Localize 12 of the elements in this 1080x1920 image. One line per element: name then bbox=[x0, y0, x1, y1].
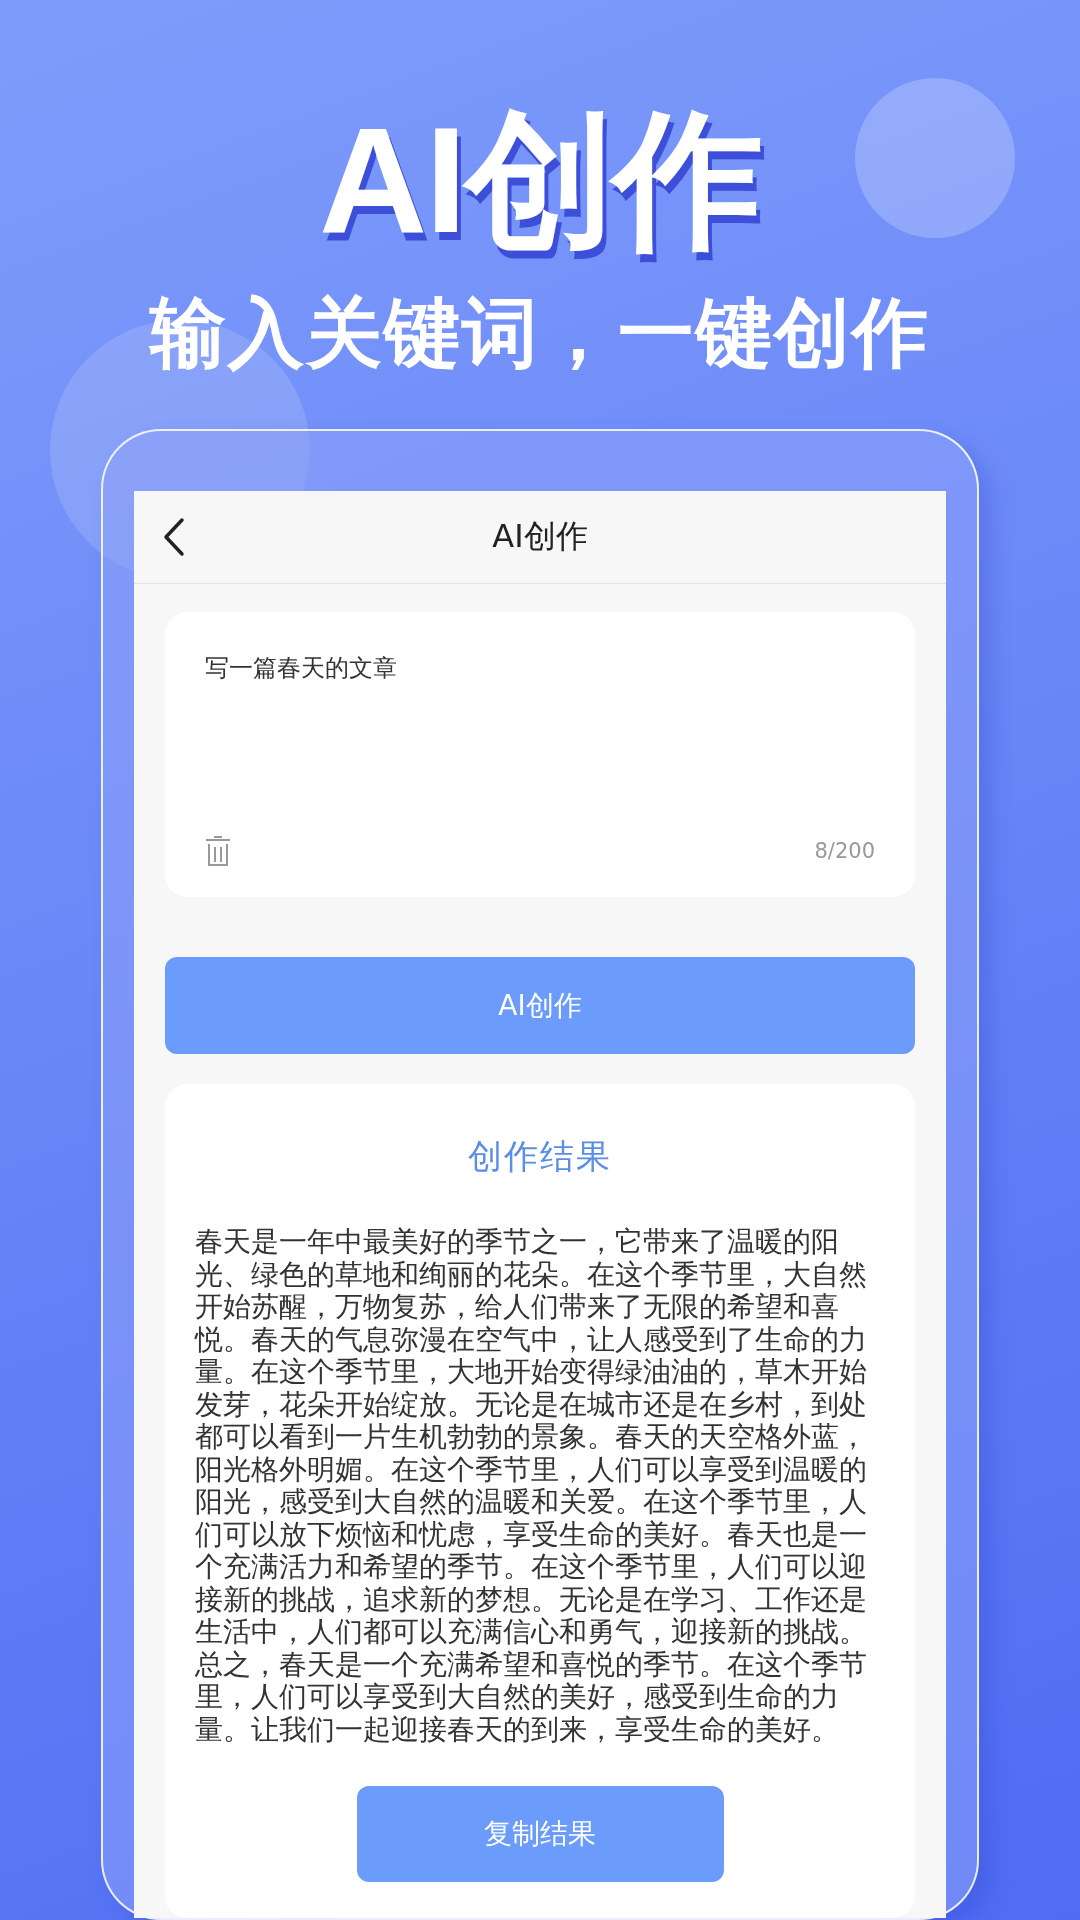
trash-icon[interactable] bbox=[205, 835, 231, 867]
create-button[interactable]: AI创作 bbox=[165, 957, 915, 1054]
result-text: 春天是一年中最美好的季节之一，它带来了温暖的阳光、绿色的草地和绚丽的花朵。在这个季节里，大自然开始苏醒，万物复苏，给人们带来了无限的希望和喜悦。春天的气息弥漫在空气中，让人感受到了生命的力量。在这个季节里，大地开始变得绿油油的，草木开始发芽，花朵开始绽放。无论是在城市还是在乡村，到处都可以看到一片生机勃勃的景象。春天的天空格外蓝，阳光格外明媚。在这个季节里，人们可以享受到温暖的阳光，感受到大自然的温暖和关爱。在这个季节里，人们可以放下烦恼和忧虑，享受生命的美好。春天也是一个充满活力和希望的季节。在这个季节里，人们可以迎接新的挑战，追求新的梦想。无论是在学习、工作还是生活中，人们都可以充满信心和勇气，迎接新的挑战。总之，春天是一个充满希望和喜悦的季节。在这个季节里，人们可以享受到大自然的美好，感受到生命的力量。让我们一起迎接春天的到来，享受生命的美好。 bbox=[195, 1226, 868, 1746]
character-counter: 8/200 bbox=[814, 839, 875, 863]
headline: AI创作 bbox=[319, 105, 761, 255]
copy-button[interactable]: 复制结果 bbox=[356, 1786, 724, 1882]
screen-title: AI创作 bbox=[491, 516, 589, 557]
subheadline: 输入关键词，一键创作 bbox=[150, 295, 930, 371]
input-field[interactable]: 写一篇春天的文章 8/200 bbox=[165, 612, 915, 897]
result-title: 创作结果 bbox=[468, 1135, 612, 1178]
input-text: 写一篇春天的文章 bbox=[205, 654, 397, 682]
back-icon[interactable] bbox=[162, 517, 186, 557]
